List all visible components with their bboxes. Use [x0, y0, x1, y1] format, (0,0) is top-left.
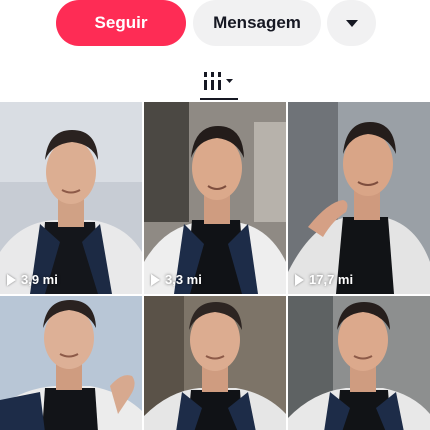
more-options-button[interactable] — [327, 0, 376, 46]
play-icon — [7, 273, 16, 286]
person-in-jacket-image — [0, 102, 142, 294]
video-thumbnail[interactable] — [144, 296, 286, 430]
tab-videos[interactable] — [196, 62, 238, 102]
view-count: 3,9 mi — [7, 272, 58, 287]
video-thumbnail[interactable]: 3,9 mi — [0, 102, 142, 294]
play-icon — [295, 273, 304, 286]
view-count: 3,3 mi — [151, 272, 202, 287]
grid-bars-icon — [204, 72, 233, 90]
video-thumbnail[interactable] — [0, 296, 142, 430]
person-in-jacket-image — [288, 296, 430, 430]
video-thumbnail[interactable]: 3,3 mi — [144, 102, 286, 294]
video-thumbnail[interactable]: 17,7 mi — [288, 102, 430, 294]
tab-active-indicator — [200, 98, 238, 100]
person-in-jacket-image — [0, 296, 142, 430]
person-in-jacket-image — [144, 102, 286, 294]
person-in-jacket-image — [288, 102, 430, 294]
message-button[interactable]: Mensagem — [193, 0, 321, 46]
triangle-down-icon — [345, 19, 358, 27]
profile-tabs — [0, 62, 430, 102]
video-thumbnail[interactable] — [288, 296, 430, 430]
view-count-label: 3,9 mi — [21, 272, 58, 287]
video-grid: 3,9 mi 3,3 mi 17,7 mi — [0, 102, 430, 430]
profile-action-row: Seguir Mensagem — [0, 0, 430, 50]
play-icon — [151, 273, 160, 286]
follow-button[interactable]: Seguir — [56, 0, 186, 46]
view-count: 17,7 mi — [295, 272, 353, 287]
view-count-label: 3,3 mi — [165, 272, 202, 287]
view-count-label: 17,7 mi — [309, 272, 354, 287]
person-in-jacket-image — [144, 296, 286, 430]
